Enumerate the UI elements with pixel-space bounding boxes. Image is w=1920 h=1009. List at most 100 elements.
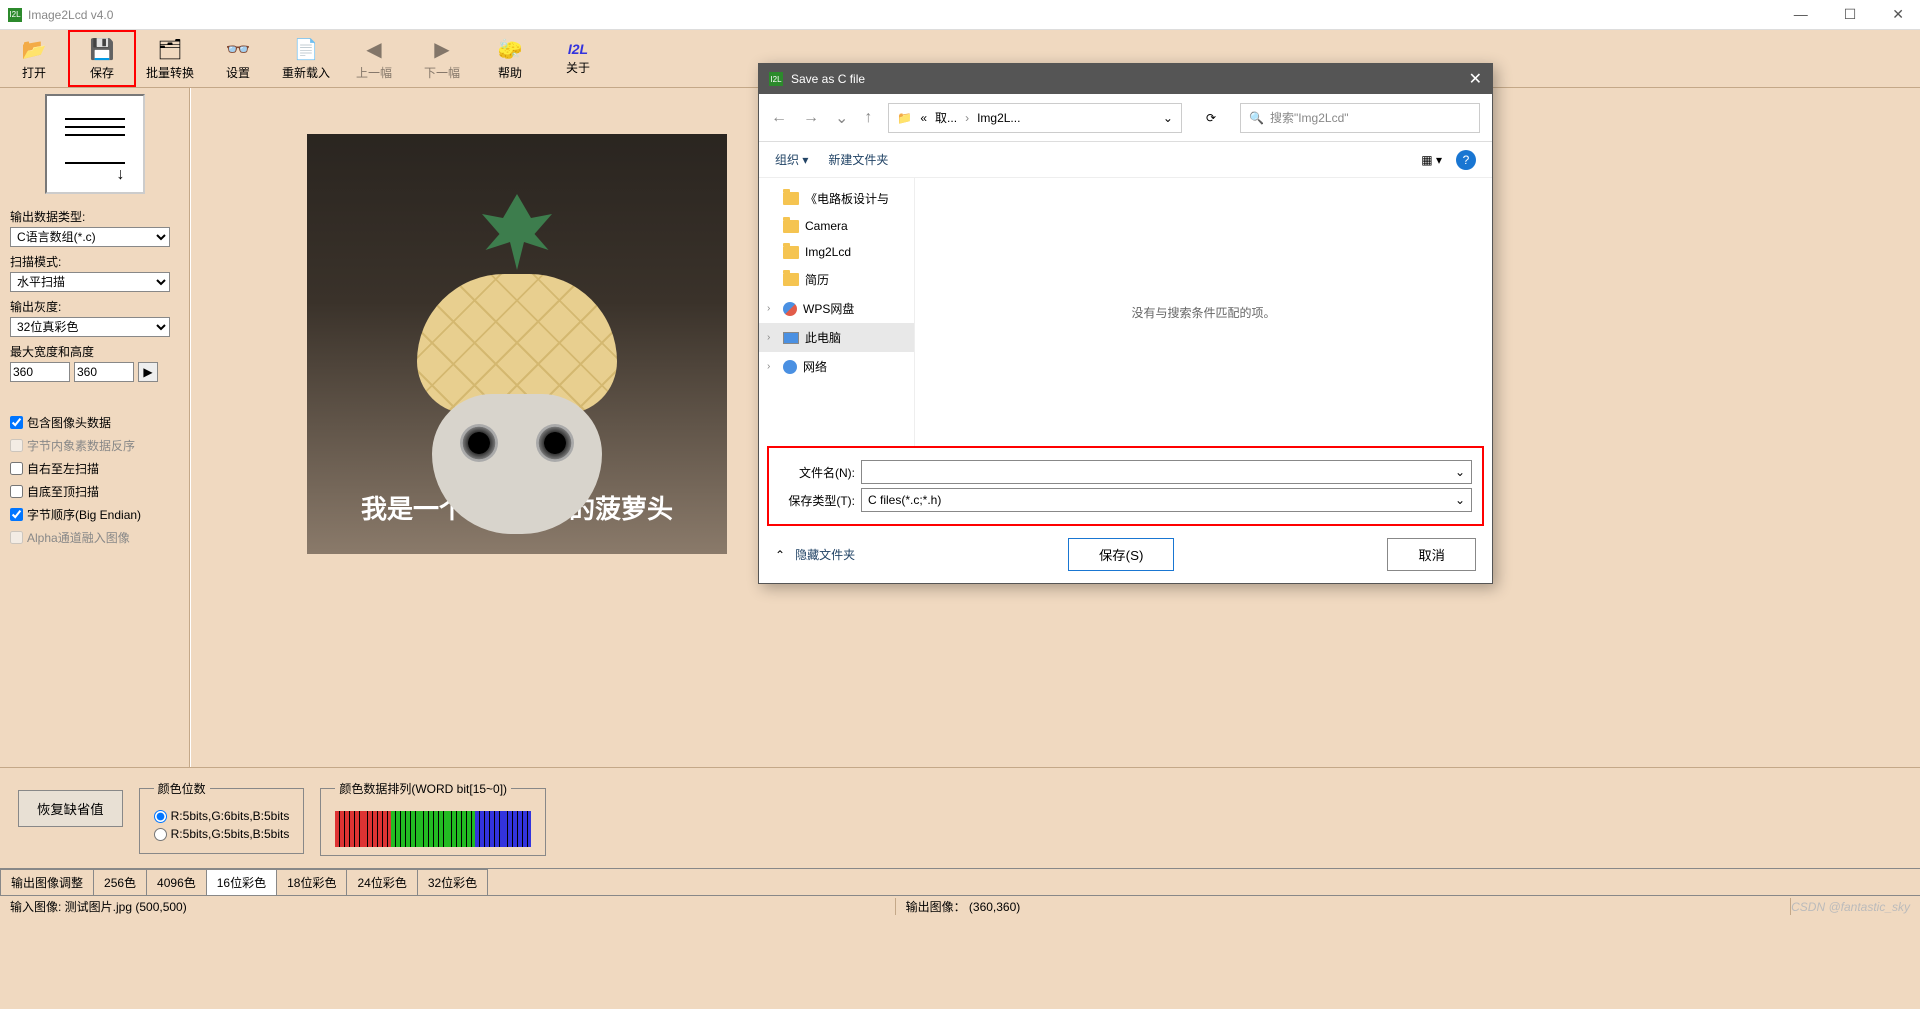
nav-forward-button[interactable]: → [803, 109, 819, 127]
search-input[interactable]: 🔍 搜索"Img2Lcd" [1240, 103, 1480, 133]
maximize-button[interactable]: ☐ [1836, 6, 1865, 23]
search-placeholder: 搜索"Img2Lcd" [1270, 109, 1349, 126]
restore-defaults-button[interactable]: 恢复缺省值 [18, 790, 123, 827]
prev-button: ◀上一幅 [340, 30, 408, 87]
search-icon: 🔍 [1249, 111, 1264, 125]
nav-up-button[interactable]: ↑ [864, 109, 872, 127]
bc-root: « [920, 111, 927, 125]
tab-1[interactable]: 256色 [93, 869, 147, 895]
reload-button-label: 重新载入 [282, 64, 330, 81]
apply-dim-button[interactable]: ▶ [138, 362, 158, 382]
tree-item-4[interactable]: ›WPS网盘 [759, 294, 914, 323]
help-button-label: 帮助 [498, 64, 522, 81]
tab-2[interactable]: 4096色 [146, 869, 207, 895]
tree-item-1[interactable]: Camera [759, 213, 914, 239]
save-dialog: I2L Save as C file ✕ ← → ⌄ ↑ 📁 « 取... › … [758, 63, 1493, 584]
dialog-help-button[interactable]: ? [1456, 150, 1476, 170]
about-button[interactable]: I2L关于 [544, 30, 612, 87]
help-button-icon: 🧽 [498, 37, 523, 62]
rgb555-radio[interactable] [154, 828, 167, 841]
check-0-label: 包含图像头数据 [27, 414, 111, 431]
batch-button-label: 批量转换 [146, 64, 194, 81]
dialog-close-button[interactable]: ✕ [1469, 69, 1482, 89]
batch-button-icon: 🗂 [157, 37, 182, 62]
nav-recent-button[interactable]: ⌄ [835, 108, 848, 128]
chevron-down-icon[interactable]: ⌄ [1455, 493, 1465, 507]
reload-button[interactable]: 📄 重新载入 [272, 30, 340, 87]
folder-icon [783, 246, 799, 259]
bc-item-2[interactable]: Img2L... [977, 111, 1020, 125]
max-width-input[interactable] [10, 362, 70, 382]
new-folder-button[interactable]: 新建文件夹 [828, 151, 888, 168]
preview-image: 我是一个没有感情的菠萝头 [307, 134, 727, 554]
tree-item-5[interactable]: ›此电脑 [759, 323, 914, 352]
check-4-label: 字节顺序(Big Endian) [27, 506, 141, 523]
open-button[interactable]: 📂打开 [0, 30, 68, 87]
output-gray-label: 输出灰度: [10, 298, 179, 315]
reload-button-icon: 📄 [294, 37, 319, 62]
max-height-input[interactable] [74, 362, 134, 382]
savetype-select[interactable]: C files(*.c;*.h)⌄ [861, 488, 1472, 512]
check-5 [10, 531, 23, 544]
titlebar: I2L Image2Lcd v4.0 — ☐ ✕ [0, 0, 1920, 30]
filename-label: 文件名(N): [779, 464, 855, 481]
settings-button-label: 设置 [226, 64, 250, 81]
check-0[interactable] [10, 416, 23, 429]
bottom-panel: 恢复缺省值 颜色位数 R:5bits,G:6bits,B:5bits R:5bi… [0, 767, 1920, 868]
batch-button[interactable]: 🗂 批量转换 [136, 30, 204, 87]
folder-tree: 《电路板设计与CameraImg2Lcd简历›WPS网盘›此电脑›网络 [759, 178, 915, 446]
chevron-down-icon[interactable]: ⌄ [1455, 465, 1465, 479]
view-mode-button[interactable]: ▦ ▾ [1421, 153, 1442, 167]
breadcrumb[interactable]: 📁 « 取... › Img2L... ⌄ [888, 103, 1182, 133]
check-2[interactable] [10, 462, 23, 475]
next-button-icon: ▶ [434, 37, 449, 62]
help-button[interactable]: 🧽 帮助 [476, 30, 544, 87]
save-button-icon: 💾 [90, 37, 115, 62]
output-gray-select[interactable]: 32位真彩色 [10, 317, 170, 337]
check-4[interactable] [10, 508, 23, 521]
dialog-save-button[interactable]: 保存(S) [1068, 538, 1174, 571]
dialog-titlebar[interactable]: I2L Save as C file ✕ [759, 64, 1492, 94]
settings-button[interactable]: 👓设置 [204, 30, 272, 87]
scan-mode-select[interactable]: 水平扫描 [10, 272, 170, 292]
tab-0[interactable]: 输出图像调整 [0, 869, 94, 895]
next-button: ▶下一幅 [408, 30, 476, 87]
close-button[interactable]: ✕ [1884, 6, 1912, 23]
chevron-right-icon: › [767, 361, 770, 372]
tree-item-0[interactable]: 《电路板设计与 [759, 184, 914, 213]
output-type-select[interactable]: C语言数组(*.c) [10, 227, 170, 247]
open-button-label: 打开 [22, 64, 46, 81]
scan-direction-diagram [45, 94, 145, 194]
rgb565-label: R:5bits,G:6bits,B:5bits [171, 809, 290, 823]
tree-item-2[interactable]: Img2Lcd [759, 239, 914, 265]
tab-5[interactable]: 24位彩色 [346, 869, 417, 895]
save-button[interactable]: 💾保存 [68, 30, 136, 87]
bc-dropdown[interactable]: ⌄ [1163, 111, 1173, 125]
tree-item-3[interactable]: 简历 [759, 265, 914, 294]
color-bits-group: 颜色位数 R:5bits,G:6bits,B:5bits R:5bits,G:5… [139, 780, 305, 854]
tab-6[interactable]: 32位彩色 [417, 869, 488, 895]
tab-3[interactable]: 16位彩色 [206, 869, 277, 895]
dialog-title: Save as C file [791, 72, 865, 86]
refresh-button[interactable]: ⟳ [1198, 111, 1224, 125]
bc-item-1[interactable]: 取... [935, 109, 957, 126]
tree-item-2-label: Img2Lcd [805, 245, 851, 259]
tree-item-6[interactable]: ›网络 [759, 352, 914, 381]
hide-folders-link[interactable]: 隐藏文件夹 [795, 546, 855, 563]
chevron-right-icon: › [965, 111, 969, 125]
tree-item-4-label: WPS网盘 [803, 300, 854, 317]
pc-icon [783, 332, 799, 344]
filename-input[interactable]: ⌄ [861, 460, 1472, 484]
minimize-button[interactable]: — [1786, 6, 1816, 23]
app-icon: I2L [8, 8, 22, 22]
prev-button-icon: ◀ [366, 37, 381, 62]
tab-4[interactable]: 18位彩色 [276, 869, 347, 895]
nav-back-button[interactable]: ← [771, 109, 787, 127]
collapse-icon[interactable]: ⌃ [775, 548, 785, 562]
check-3[interactable] [10, 485, 23, 498]
color-arrange-legend: 颜色数据排列(WORD bit[15~0]) [335, 780, 511, 797]
organize-button[interactable]: 组织 ▾ [775, 151, 808, 168]
dialog-cancel-button[interactable]: 取消 [1387, 538, 1476, 571]
folder-icon [783, 273, 799, 286]
rgb565-radio[interactable] [154, 810, 167, 823]
